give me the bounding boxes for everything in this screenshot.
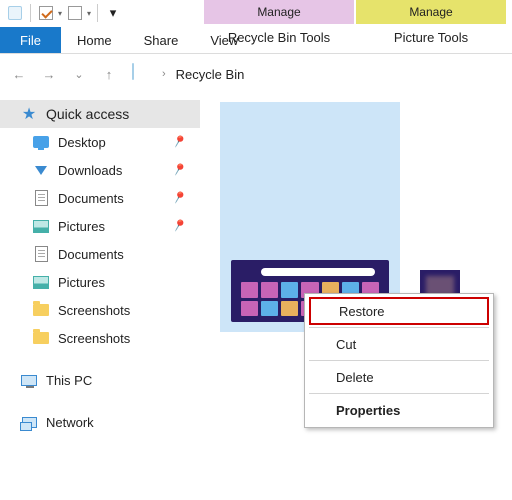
- ribbon-tabs: File Home Share View Manage Recycle Bin …: [0, 26, 512, 54]
- context-menu-divider: [309, 360, 489, 361]
- sidebar-item-label: Screenshots: [58, 331, 130, 346]
- download-icon: [32, 161, 50, 179]
- sidebar-item-pictures[interactable]: Pictures 📍: [0, 212, 200, 240]
- sidebar-item-screenshots[interactable]: Screenshots: [0, 296, 200, 324]
- tab-home[interactable]: Home: [61, 27, 128, 53]
- up-button[interactable]: ↑: [98, 63, 120, 85]
- folder-icon: [32, 329, 50, 347]
- folder-icon: [32, 301, 50, 319]
- sidebar-item-label: Documents: [58, 247, 124, 262]
- sidebar-item-label: Downloads: [58, 163, 122, 178]
- context-menu-restore[interactable]: Restore: [309, 297, 489, 325]
- sidebar-item-quick-access[interactable]: ★ Quick access: [0, 100, 200, 128]
- pin-icon: 📍: [169, 132, 189, 152]
- sidebar-item-label: This PC: [46, 373, 92, 388]
- breadcrumb-separator-icon: ›: [162, 68, 166, 80]
- sidebar-item-label: Network: [46, 415, 94, 430]
- sidebar-item-screenshots-2[interactable]: Screenshots: [0, 324, 200, 352]
- sidebar-item-pictures-2[interactable]: Pictures: [0, 268, 200, 296]
- sidebar-item-desktop[interactable]: Desktop 📍: [0, 128, 200, 156]
- pin-icon: 📍: [169, 160, 189, 180]
- sidebar-item-label: Documents: [58, 191, 124, 206]
- forward-button[interactable]: →: [38, 63, 60, 85]
- context-menu-delete[interactable]: Delete: [308, 363, 490, 391]
- contextual-group-picture: Manage Picture Tools: [356, 0, 506, 50]
- this-pc-icon: [20, 371, 38, 389]
- sidebar-item-label: Pictures: [58, 275, 105, 290]
- context-menu-divider: [309, 327, 489, 328]
- chevron-down-icon[interactable]: ▾: [58, 9, 62, 18]
- sidebar-item-documents[interactable]: Documents 📍: [0, 184, 200, 212]
- back-button[interactable]: ←: [8, 63, 30, 85]
- navigation-pane: ★ Quick access Desktop 📍 Downloads 📍 Doc…: [0, 94, 200, 500]
- pictures-icon: [32, 217, 50, 235]
- tab-recycle-bin-tools[interactable]: Recycle Bin Tools: [204, 24, 354, 50]
- context-menu-properties[interactable]: Properties: [308, 396, 490, 424]
- tab-share[interactable]: Share: [128, 27, 195, 53]
- sidebar-item-label: Pictures: [58, 219, 105, 234]
- monitor-icon: [32, 133, 50, 151]
- sidebar-item-this-pc[interactable]: This PC: [0, 366, 200, 394]
- document-icon: [32, 245, 50, 263]
- recycle-bin-icon: [132, 64, 152, 84]
- qat-customize-icon[interactable]: ▾: [104, 4, 122, 22]
- context-menu-divider: [309, 393, 489, 394]
- context-menu: Restore Cut Delete Properties: [304, 293, 494, 428]
- history-dropdown-icon[interactable]: ⌄: [68, 63, 90, 85]
- sidebar-item-label: Desktop: [58, 135, 106, 150]
- contextual-tab-groups: Manage Recycle Bin Tools Manage Picture …: [204, 0, 506, 50]
- contextual-group-recycle: Manage Recycle Bin Tools: [204, 0, 354, 50]
- star-icon: ★: [20, 105, 38, 123]
- sidebar-item-documents-2[interactable]: Documents: [0, 240, 200, 268]
- address-bar[interactable]: › Recycle Bin: [132, 64, 244, 84]
- contextual-head-manage: Manage: [204, 0, 354, 24]
- pictures-icon: [32, 273, 50, 291]
- qat-extra-icon[interactable]: [66, 4, 84, 22]
- chevron-down-icon[interactable]: ▾: [87, 9, 91, 18]
- navigation-bar: ← → ⌄ ↑ › Recycle Bin: [0, 54, 512, 94]
- properties-qat-icon[interactable]: [37, 4, 55, 22]
- sidebar-item-downloads[interactable]: Downloads 📍: [0, 156, 200, 184]
- breadcrumb-location[interactable]: Recycle Bin: [176, 67, 245, 82]
- tab-picture-tools[interactable]: Picture Tools: [356, 24, 506, 50]
- qat-separator: [30, 4, 31, 22]
- sidebar-item-label: Quick access: [46, 106, 129, 122]
- sidebar-item-network[interactable]: Network: [0, 408, 200, 436]
- contextual-head-manage: Manage: [356, 0, 506, 24]
- pin-icon: 📍: [169, 188, 189, 208]
- pin-icon: 📍: [169, 216, 189, 236]
- context-menu-cut[interactable]: Cut: [308, 330, 490, 358]
- file-tab[interactable]: File: [0, 27, 61, 53]
- qat-separator: [97, 4, 98, 22]
- sidebar-item-label: Screenshots: [58, 303, 130, 318]
- recycle-bin-small-icon[interactable]: [6, 4, 24, 22]
- document-icon: [32, 189, 50, 207]
- network-icon: [20, 413, 38, 431]
